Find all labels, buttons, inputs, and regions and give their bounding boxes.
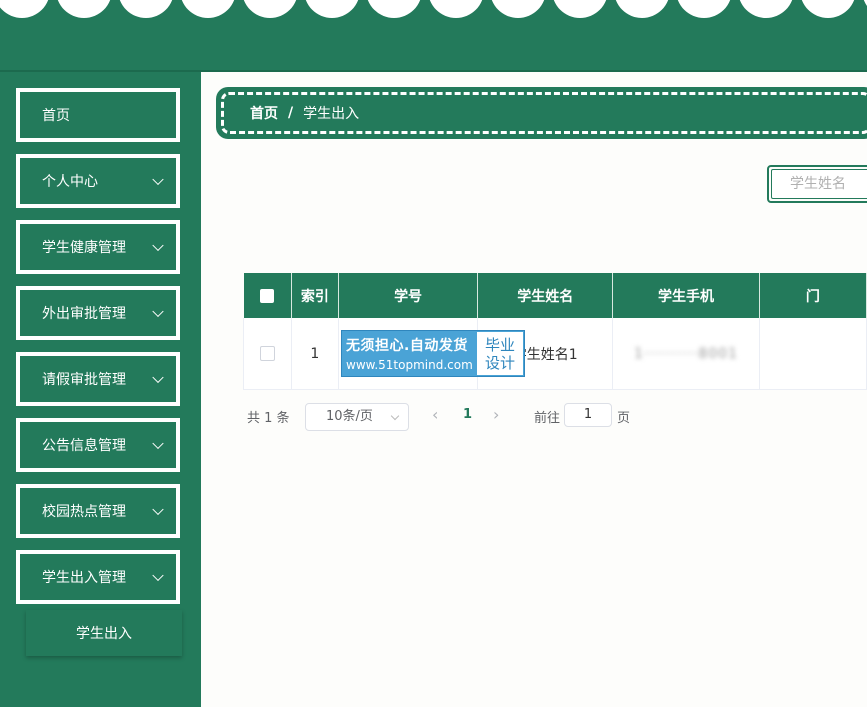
watermark-badge-line2: 设计 <box>484 353 515 372</box>
cell-student-phone: 1··········8001 <box>612 318 760 390</box>
next-page-icon[interactable]: › <box>493 405 499 424</box>
chevron-down-icon <box>152 569 164 582</box>
header-scallop-decoration <box>552 0 608 18</box>
watermark-url: www.51topmind.com <box>346 358 473 372</box>
table-row[interactable]: 1 学生姓名1 1··········8001 <box>243 318 867 390</box>
header-scallop-decoration <box>0 0 50 18</box>
sidebar-item-leave-approval[interactable]: 请假审批管理 <box>16 352 180 406</box>
chevron-down-icon <box>152 371 164 384</box>
goto-label: 前往 <box>534 411 561 426</box>
goto-page-input[interactable]: 1 <box>564 403 612 427</box>
header-scallop-decoration <box>800 0 856 18</box>
sidebar-item-campus-hotspots[interactable]: 校园热点管理 <box>16 484 180 538</box>
select-all-checkbox[interactable] <box>260 288 275 303</box>
pagination-total: 共 1 条 <box>247 411 290 426</box>
sidebar-item-label: 公告信息管理 <box>42 438 126 454</box>
chevron-down-icon <box>152 239 164 252</box>
sidebar-subitem-student-access[interactable]: 学生出入 <box>26 610 182 656</box>
page-number-current[interactable]: 1 <box>463 407 472 422</box>
header-scallop-decoration <box>180 0 236 18</box>
column-header-student-no: 学号 <box>338 273 479 318</box>
sidebar-item-label: 学生出入管理 <box>42 570 126 586</box>
header-scallop-decoration <box>738 0 794 18</box>
watermark-slogan: 无须担心.自动发货 <box>346 338 468 354</box>
watermark-overlay: 无须担心.自动发货 www.51topmind.com 毕业 设计 <box>341 330 525 377</box>
header-scallop-decoration <box>118 0 174 18</box>
sidebar-item-label: 个人中心 <box>42 174 98 190</box>
header-scallop-decoration <box>490 0 546 18</box>
chevron-down-icon <box>152 173 164 186</box>
header-scallop-decoration <box>304 0 360 18</box>
row-checkbox[interactable] <box>259 346 275 361</box>
sidebar-subitem-label: 学生出入 <box>76 626 132 642</box>
sidebar-item-label: 首页 <box>42 108 70 124</box>
student-name-search-input[interactable] <box>771 169 867 199</box>
chevron-down-icon <box>152 305 164 318</box>
select-all-header <box>243 273 292 318</box>
row-select-cell <box>243 318 292 390</box>
sidebar-item-student-health[interactable]: 学生健康管理 <box>16 220 180 274</box>
header-scallop-decoration <box>676 0 732 18</box>
column-header-student-name: 学生姓名 <box>477 273 614 318</box>
breadcrumb-home[interactable]: 首页 <box>250 103 278 123</box>
sidebar-item-label: 请假审批管理 <box>42 372 126 388</box>
header-scallop-decoration <box>614 0 670 18</box>
main-content: 首页 / 学生出入 索引 学号 学生姓名 学生手机 门 <box>201 72 867 707</box>
goto-unit-label: 页 <box>617 411 631 426</box>
breadcrumb-separator: / <box>288 105 294 121</box>
sidebar-item-personal-center[interactable]: 个人中心 <box>16 154 180 208</box>
breadcrumb: 首页 / 学生出入 <box>216 87 867 139</box>
sidebar-item-student-access[interactable]: 学生出入管理 <box>16 550 180 604</box>
page-size-select[interactable]: 10条/页 <box>305 403 409 431</box>
header-scallop-decoration <box>242 0 298 18</box>
top-header <box>0 0 867 70</box>
header-scallop-decoration <box>56 0 112 18</box>
chevron-down-icon <box>152 437 164 450</box>
watermark-badge-line1: 毕业 <box>484 335 515 354</box>
sidebar-item-label: 校园热点管理 <box>42 504 126 520</box>
sidebar-item-announcements[interactable]: 公告信息管理 <box>16 418 180 472</box>
chevron-down-icon <box>152 503 164 516</box>
sidebar-item-label: 外出审批管理 <box>42 306 126 322</box>
cell-gate <box>759 318 867 390</box>
header-scallop-decoration <box>366 0 422 18</box>
header-scallop-decoration <box>862 0 867 18</box>
column-header-gate: 门 <box>759 273 867 318</box>
search-box <box>767 165 867 203</box>
chevron-down-icon <box>390 411 400 421</box>
student-access-table: 索引 学号 学生姓名 学生手机 门 1 学生姓名1 1··········800… <box>243 273 867 390</box>
watermark-badge: 毕业 设计 <box>477 332 523 375</box>
prev-page-icon[interactable]: ‹ <box>432 405 438 424</box>
page-size-value: 10条/页 <box>326 409 373 424</box>
sidebar-item-label: 学生健康管理 <box>42 240 126 256</box>
sidebar-item-outing-approval[interactable]: 外出审批管理 <box>16 286 180 340</box>
student-phone-value: 1··········8001 <box>634 345 739 362</box>
sidebar-item-home[interactable]: 首页 <box>16 88 180 142</box>
pagination: 共 1 条 10条/页 ‹ 1 › 前往 1 页 <box>247 402 667 432</box>
header-scallop-decoration <box>428 0 484 18</box>
breadcrumb-current: 学生出入 <box>303 106 360 122</box>
column-header-index: 索引 <box>291 273 340 318</box>
column-header-student-phone: 学生手机 <box>612 273 760 318</box>
table-header-row: 索引 学号 学生姓名 学生手机 门 <box>243 273 867 318</box>
cell-index: 1 <box>291 318 340 390</box>
